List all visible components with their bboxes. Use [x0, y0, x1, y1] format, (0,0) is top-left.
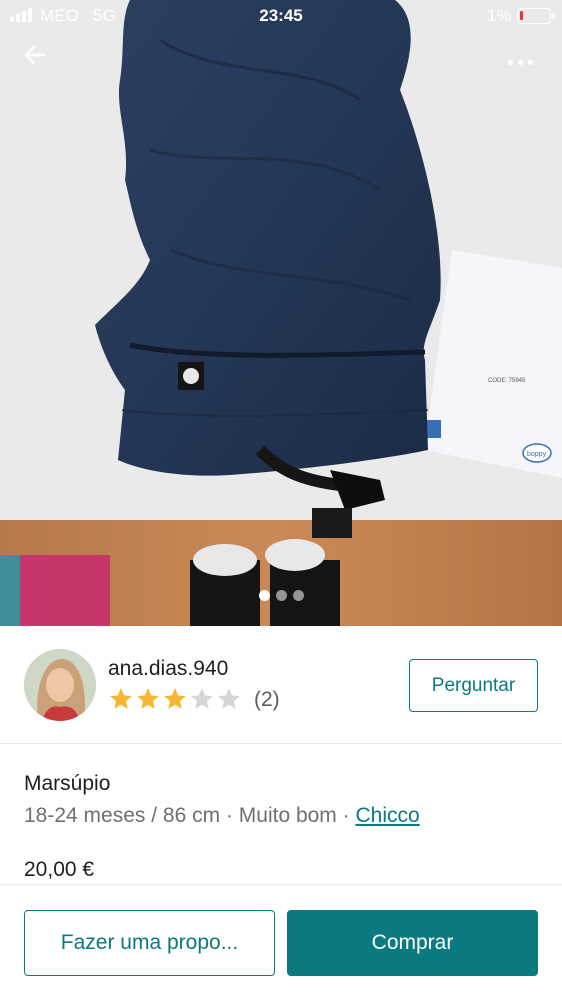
star-empty-icon [191, 688, 213, 709]
gallery-dot[interactable] [292, 590, 304, 601]
arrow-left-icon [24, 45, 46, 65]
star-filled-icon [164, 688, 186, 709]
item-condition: Muito bom [238, 804, 337, 827]
more-horizontal-icon [507, 59, 513, 65]
battery-percent: 1% [487, 6, 512, 25]
seller-username[interactable]: ana.dias.940 [108, 657, 228, 681]
seller-section: ana.dias.940 (2) Perguntar [0, 626, 562, 744]
make-offer-button[interactable]: Fazer uma propo... [24, 910, 275, 976]
seller-rating-stars [108, 686, 242, 712]
back-button[interactable] [22, 42, 58, 78]
brand-link[interactable]: Chicco [355, 804, 419, 827]
battery-icon [517, 8, 555, 24]
manual-code-text: CODE: 75945 [488, 378, 526, 384]
item-details: 18-24 meses / 86 cm · Muito bom · Chicco [24, 804, 420, 828]
rating-count: (2) [254, 688, 280, 711]
item-size: 18-24 meses / 86 cm [24, 804, 221, 827]
status-bar: MEO 5G 23:45 1% [0, 0, 562, 32]
product-photo[interactable]: CODE: 75945 boppy MEO 5G 23:45 1% [0, 0, 562, 626]
gallery-dot[interactable] [258, 590, 270, 601]
clock: 23:45 [259, 6, 303, 25]
manual-brand-text: boppy [527, 451, 547, 458]
battery-level [520, 11, 523, 20]
separator: · [336, 804, 356, 827]
star-filled-icon [137, 688, 159, 709]
item-title: Marsúpio [24, 772, 111, 795]
item-price: 20,00 € [24, 858, 95, 881]
star-filled-icon [110, 688, 132, 709]
star-empty-icon [218, 688, 240, 709]
gallery-dot[interactable] [275, 590, 287, 601]
action-bar: Fazer uma propo... Comprar [0, 884, 562, 999]
ask-seller-button[interactable]: Perguntar [409, 659, 538, 712]
separator: · [220, 804, 239, 827]
avatar[interactable] [24, 649, 96, 721]
buy-button[interactable]: Comprar [287, 910, 538, 976]
product-image: CODE: 75945 boppy [0, 0, 562, 626]
gallery-pagination [0, 590, 562, 601]
more-options-button[interactable] [498, 44, 542, 80]
